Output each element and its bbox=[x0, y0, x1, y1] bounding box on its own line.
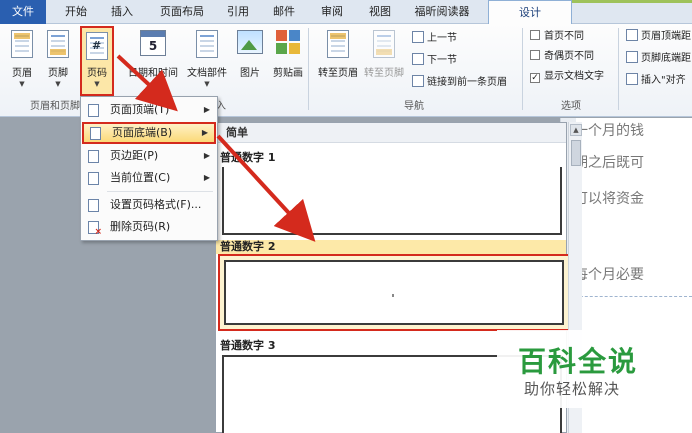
watermark-logo: 百科全说 bbox=[518, 345, 639, 378]
arrow-to-menu bbox=[116, 54, 178, 112]
watermark-subtitle: 助你轻松解决 bbox=[524, 380, 621, 398]
arrow-to-gallery-item bbox=[216, 134, 316, 242]
